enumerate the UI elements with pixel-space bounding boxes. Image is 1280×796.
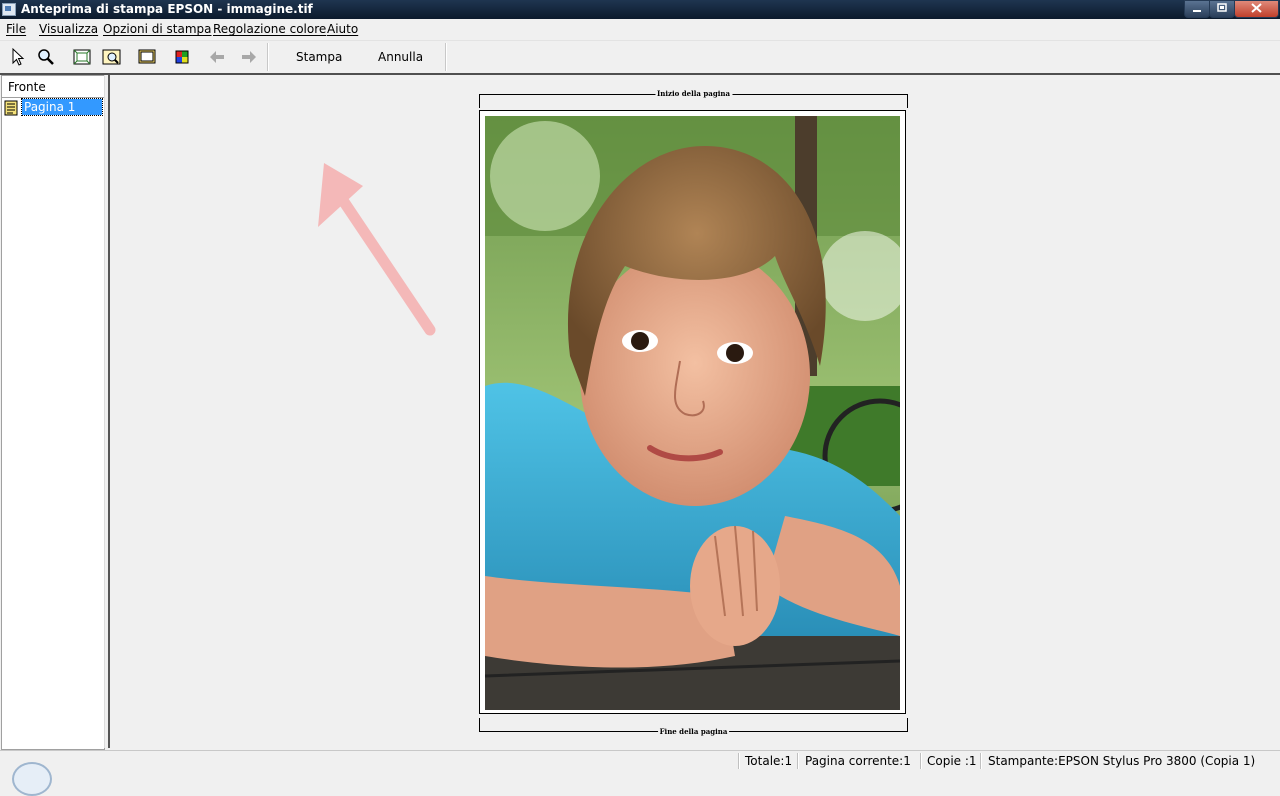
menu-opzioni-di-stampa[interactable]: Opzioni di stampa bbox=[103, 22, 212, 36]
status-separator bbox=[797, 753, 799, 769]
status-total: Totale:1 bbox=[745, 754, 793, 768]
menu-bar: File Visualizza Opzioni di stampa Regola… bbox=[0, 19, 1280, 41]
window-title: Anteprima di stampa EPSON - immagine.tif bbox=[21, 2, 313, 16]
zoom-icon[interactable] bbox=[36, 47, 56, 67]
toolbar-separator bbox=[267, 43, 269, 71]
restore-icon bbox=[1217, 3, 1227, 12]
page-end-marker: Fine della pagina bbox=[479, 718, 908, 736]
menu-file[interactable]: File bbox=[6, 22, 26, 36]
toolbar-separator bbox=[445, 43, 447, 71]
annotation-arrow-icon bbox=[318, 163, 436, 336]
tree-header: Fronte bbox=[8, 80, 46, 94]
status-copies: Copie :1 bbox=[927, 754, 977, 768]
print-page bbox=[479, 110, 906, 714]
close-button[interactable] bbox=[1234, 0, 1279, 18]
zoom-page-icon[interactable] bbox=[102, 47, 122, 67]
title-bar: Anteprima di stampa EPSON - immagine.tif bbox=[0, 0, 1280, 19]
photo-image bbox=[485, 116, 900, 710]
back-arrow-icon[interactable] bbox=[207, 47, 227, 67]
menu-aiuto[interactable]: Aiuto bbox=[327, 22, 358, 36]
maximize-button[interactable] bbox=[1209, 0, 1235, 18]
start-orb-icon bbox=[12, 762, 52, 796]
status-separator bbox=[980, 753, 982, 769]
page-start-marker: Inizio della pagina bbox=[479, 89, 908, 108]
toolbar: Stampa Annulla bbox=[0, 41, 1280, 74]
fit-page-icon[interactable] bbox=[72, 47, 92, 67]
minimize-button[interactable] bbox=[1184, 0, 1210, 18]
close-icon bbox=[1251, 3, 1262, 13]
status-bar: Totale:1 Pagina corrente:1 Copie :1 Stam… bbox=[0, 750, 1280, 771]
menu-visualizza[interactable]: Visualizza bbox=[39, 22, 98, 36]
page-start-label: Inizio della pagina bbox=[654, 89, 733, 98]
pointer-icon[interactable] bbox=[8, 47, 28, 67]
status-separator bbox=[920, 753, 922, 769]
forward-arrow-icon[interactable] bbox=[239, 47, 259, 67]
tree-item-pagina-1[interactable]: Pagina 1 bbox=[21, 98, 103, 116]
minimize-icon bbox=[1193, 10, 1201, 12]
preview-area: Inizio della pagina Fine della pagina bbox=[110, 75, 1280, 748]
page-tree-panel: Fronte Pagina 1 bbox=[1, 75, 105, 750]
status-separator bbox=[738, 753, 740, 769]
status-printer: Stampante:EPSON Stylus Pro 3800 (Copia 1… bbox=[988, 754, 1256, 768]
tree-header-divider bbox=[2, 97, 104, 98]
app-icon bbox=[2, 3, 16, 16]
status-current-page: Pagina corrente:1 bbox=[805, 754, 911, 768]
page-end-label: Fine della pagina bbox=[657, 727, 730, 736]
page-frame-icon[interactable] bbox=[137, 47, 157, 67]
page-icon bbox=[4, 100, 18, 116]
menu-regolazione-colore[interactable]: Regolazione colore bbox=[213, 22, 326, 36]
color-icon[interactable] bbox=[173, 47, 193, 67]
cancel-button[interactable]: Annulla bbox=[378, 50, 423, 64]
print-button[interactable]: Stampa bbox=[296, 50, 342, 64]
